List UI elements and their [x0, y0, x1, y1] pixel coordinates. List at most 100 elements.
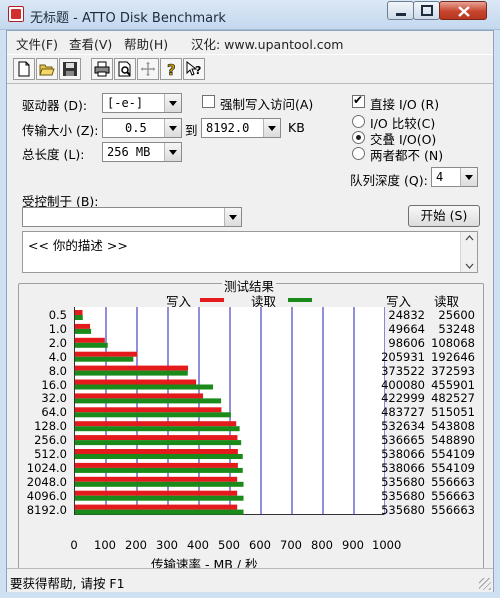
category-label: 128.0 [34, 419, 67, 434]
new-button[interactable] [13, 58, 35, 80]
write-value: 535680 [381, 488, 425, 503]
resize-grip-icon[interactable] [479, 578, 491, 590]
write-value: 422999 [381, 391, 425, 406]
menu-bar: 文件(F) 查看(V) 帮助(H) 汉化: www.upantool.com [7, 31, 493, 53]
menu-help[interactable]: 帮助(H) [124, 34, 168, 53]
drive-label: 驱动器 (D): [22, 98, 88, 113]
x-tick-label: 300 [156, 538, 178, 552]
description-field[interactable]: << 你的描述 >> [22, 231, 478, 273]
write-bar [75, 365, 189, 371]
write-value: 373522 [381, 363, 425, 378]
close-button[interactable] [439, 1, 487, 20]
write-value: 24832 [388, 308, 425, 322]
status-bar: 要获得帮助, 请按 F1 [7, 568, 493, 592]
chevron-down-icon[interactable] [164, 119, 181, 137]
read-bar [75, 440, 242, 446]
description-scrollbar[interactable] [460, 232, 477, 272]
read-value: 554109 [431, 460, 475, 475]
open-button[interactable] [36, 58, 58, 80]
app-icon[interactable] [8, 6, 24, 22]
chevron-down-icon[interactable] [164, 143, 181, 161]
x-tick-label: 0 [70, 538, 78, 552]
description-text: << 你的描述 >> [28, 238, 128, 253]
print-preview-button[interactable] [114, 58, 136, 80]
category-label: 256.0 [34, 433, 67, 448]
compare-io-radio[interactable] [352, 115, 365, 128]
minimize-icon [396, 13, 406, 16]
status-text: 要获得帮助, 请按 F1 [10, 576, 125, 591]
start-button[interactable]: 开始 (S) [408, 205, 480, 227]
x-tick-label: 200 [125, 538, 147, 552]
about-button[interactable]: ? [160, 58, 182, 80]
neither-radio[interactable] [352, 147, 365, 160]
category-label: 2048.0 [26, 474, 67, 489]
menu-localization[interactable]: 汉化: www.upantool.com [191, 34, 343, 53]
read-bar [75, 426, 240, 432]
read-value: 543808 [431, 419, 475, 434]
unit-label: KB [288, 120, 305, 135]
write-bar [75, 407, 222, 413]
transfer-to-value: 8192.0 [206, 121, 250, 135]
total-length-value: 256 MB [107, 145, 151, 159]
read-bar [75, 454, 243, 459]
title-bar[interactable]: 无标题 - ATTO Disk Benchmark [0, 0, 500, 30]
results-group: 测试结果 写入 读取 写入 读取 0.5 1.0 2.0 4.0 8.0 16.0 32.0… [18, 276, 484, 573]
direct-io-checkbox[interactable] [352, 93, 365, 108]
overlapped-io-radio[interactable] [352, 131, 365, 144]
help-icon: ? [167, 61, 176, 77]
menu-view[interactable]: 查看(V) [69, 34, 112, 53]
category-label: 4.0 [48, 349, 67, 364]
write-value: 538066 [381, 460, 425, 475]
x-tick-label: 500 [218, 538, 240, 552]
menu-file[interactable]: 文件(F) [16, 34, 58, 53]
chevron-down-icon[interactable] [460, 168, 477, 186]
write-value: 49664 [388, 321, 425, 336]
context-help-button[interactable]: ? [183, 58, 205, 80]
direct-io-label: 直接 I/O (R) [370, 97, 440, 112]
close-icon [458, 6, 470, 17]
chevron-down-icon[interactable] [164, 94, 181, 112]
queue-depth-select[interactable]: 4 [431, 167, 478, 187]
chart-svg [75, 307, 386, 515]
scroll-arrows-icon [465, 235, 474, 269]
read-value: 556663 [431, 502, 475, 517]
category-label: 8192.0 [26, 502, 67, 517]
read-bar [75, 342, 108, 348]
chevron-down-icon[interactable] [263, 119, 280, 137]
move-cross-icon [141, 62, 155, 76]
category-label: 32.0 [41, 391, 67, 406]
x-tick-label: 700 [280, 538, 302, 552]
category-label: 16.0 [41, 377, 67, 392]
controlled-by-select[interactable] [22, 207, 242, 227]
transfer-to-select[interactable]: 8192.0 [201, 118, 281, 138]
write-bar [75, 337, 105, 343]
x-tick-label: 600 [249, 538, 271, 552]
x-tick-label: 1000 [372, 538, 402, 552]
save-button[interactable] [59, 58, 81, 80]
neither-label: 两者都不 (N) [370, 148, 444, 163]
drive-select[interactable]: [-e-] [102, 93, 182, 113]
print-preview-icon [118, 61, 131, 77]
read-value: 482527 [431, 391, 475, 406]
write-bar [75, 504, 238, 510]
category-label: 64.0 [41, 405, 67, 420]
force-write-checkbox[interactable] [202, 95, 215, 108]
write-value: 98606 [388, 335, 425, 350]
read-bar [75, 315, 83, 320]
minimize-button[interactable] [387, 1, 414, 20]
write-bar [75, 490, 238, 496]
print-icon [94, 61, 110, 77]
x-tick-label: 100 [94, 538, 116, 552]
write-bar [75, 351, 138, 357]
move-button[interactable] [137, 58, 159, 80]
read-value: 53248 [438, 321, 475, 336]
new-file-icon [18, 61, 30, 77]
print-button[interactable] [91, 58, 113, 80]
total-length-select[interactable]: 256 MB [102, 142, 182, 162]
maximize-button[interactable] [413, 1, 440, 20]
transfer-from-select[interactable]: 0.5 [102, 118, 182, 138]
read-value: 455901 [431, 377, 475, 392]
read-bar [75, 384, 214, 390]
chevron-down-icon[interactable] [224, 208, 241, 226]
read-value: 515051 [431, 405, 475, 420]
